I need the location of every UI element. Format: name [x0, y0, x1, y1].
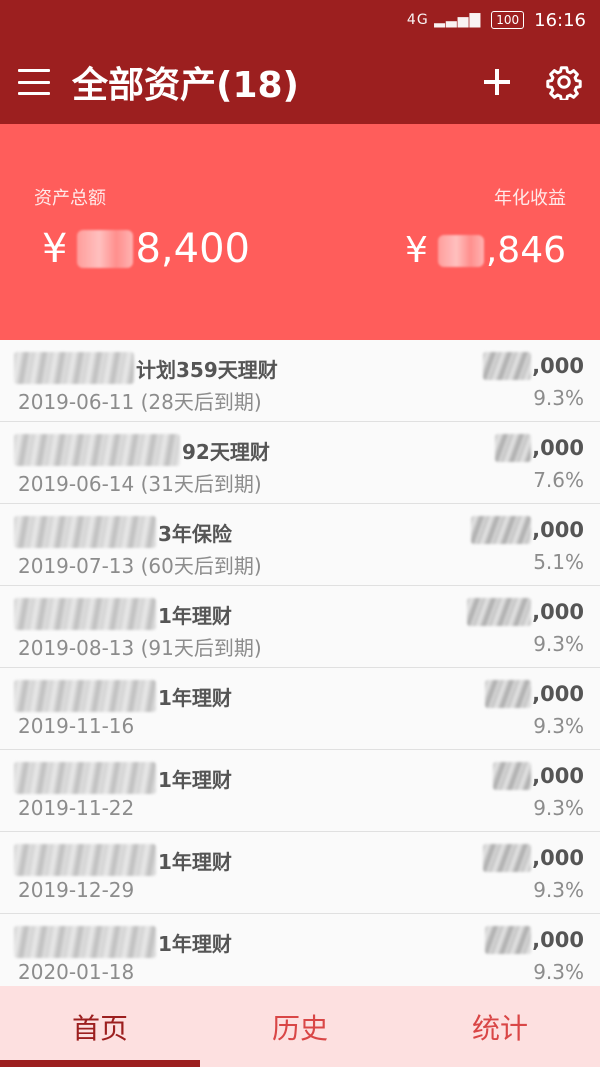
item-amount: ,000	[485, 926, 584, 954]
income-visible-digits: ,846	[485, 230, 566, 271]
item-title: 1年理财	[14, 598, 232, 630]
list-item[interactable]: 1年理财 2019-12-29 ,000 9.3%	[0, 832, 600, 914]
total-visible-digits: 8,400	[135, 226, 250, 272]
redacted-amount	[485, 926, 532, 954]
list-item[interactable]: 计划359天理财 2019-06-11 (28天后到期) ,000 9.3%	[0, 340, 600, 422]
item-rate: 9.3%	[533, 386, 584, 410]
item-amount: ,000	[467, 598, 584, 626]
status-bar: 4G ▂▃▅▇ 100 16:16	[0, 0, 600, 40]
item-title-text: 1年理财	[158, 931, 232, 956]
total-assets-value: ¥ 8,400	[42, 226, 250, 272]
item-amount: ,000	[483, 352, 584, 380]
add-icon[interactable]	[482, 67, 512, 97]
item-date: 2019-11-16	[18, 714, 135, 738]
redacted-amount	[493, 762, 532, 790]
item-title: 92天理财	[14, 434, 270, 466]
battery-icon: 100	[491, 11, 525, 29]
item-title: 1年理财	[14, 844, 232, 876]
list-item[interactable]: 1年理财 2019-11-22 ,000 9.3%	[0, 750, 600, 832]
item-title: 计划359天理财	[14, 352, 278, 384]
redacted-amount	[471, 516, 532, 544]
redacted-amount	[483, 352, 532, 380]
item-date: 2020-01-18	[18, 960, 135, 984]
list-item[interactable]: 1年理财 2019-11-16 ,000 9.3%	[0, 668, 600, 750]
currency-symbol: ¥	[404, 230, 428, 271]
signal-icon: 4G ▂▃▅▇	[406, 12, 482, 28]
item-date: 2019-11-22	[18, 796, 135, 820]
item-amount: ,000	[493, 762, 584, 790]
list-item[interactable]: 3年保险 2019-07-13 (60天后到期) ,000 5.1%	[0, 504, 600, 586]
item-rate: 9.3%	[533, 960, 584, 984]
list-item[interactable]: 1年理财 2020-01-18 ,000 9.3%	[0, 914, 600, 986]
redacted-text	[14, 434, 180, 466]
redacted-text	[14, 762, 156, 794]
redacted-digits	[77, 230, 134, 268]
page-title: 全部资产(18)	[72, 65, 300, 106]
item-rate: 9.3%	[533, 632, 584, 656]
item-date: 2019-06-11 (28天后到期)	[18, 390, 262, 414]
redacted-amount	[495, 434, 532, 462]
app-bar: 全部资产(18)	[0, 40, 600, 124]
item-date: 2019-07-13 (60天后到期)	[18, 554, 262, 578]
redacted-amount	[485, 680, 532, 708]
item-date: 2019-12-29	[18, 878, 135, 902]
item-amount-text: ,000	[532, 928, 584, 952]
tab-statistics[interactable]: 统计	[400, 986, 600, 1067]
item-rate: 9.3%	[533, 878, 584, 902]
menu-icon[interactable]	[18, 69, 50, 95]
item-amount-text: ,000	[532, 518, 584, 542]
item-rate: 5.1%	[533, 550, 584, 574]
list-item[interactable]: 92天理财 2019-06-14 (31天后到期) ,000 7.6%	[0, 422, 600, 504]
list-item[interactable]: 1年理财 2019-08-13 (91天后到期) ,000 9.3%	[0, 586, 600, 668]
redacted-amount	[467, 598, 532, 626]
item-amount-text: ,000	[532, 764, 584, 788]
asset-list: 计划359天理财 2019-06-11 (28天后到期) ,000 9.3% 9…	[0, 340, 600, 986]
item-date: 2019-08-13 (91天后到期)	[18, 636, 262, 660]
item-title: 3年保险	[14, 516, 232, 548]
item-amount: ,000	[483, 844, 584, 872]
item-title-text: 3年保险	[158, 521, 232, 546]
item-title-text: 92天理财	[182, 439, 270, 464]
annual-income-value: ¥ ,846	[405, 230, 566, 271]
item-amount-text: ,000	[532, 354, 584, 378]
item-title-text: 1年理财	[158, 603, 232, 628]
signal-label: 4G	[406, 12, 429, 28]
item-date: 2019-06-14 (31天后到期)	[18, 472, 262, 496]
redacted-digits	[437, 234, 484, 267]
item-rate: 7.6%	[533, 468, 584, 492]
bottom-nav: 首页 历史 统计	[0, 986, 600, 1067]
redacted-text	[14, 680, 156, 712]
item-title-text: 1年理财	[158, 849, 232, 874]
item-amount-text: ,000	[532, 846, 584, 870]
redacted-text	[14, 598, 156, 630]
annual-income-label: 年化收益	[494, 188, 566, 209]
redacted-text	[14, 926, 156, 958]
tab-home[interactable]: 首页	[0, 986, 200, 1067]
redacted-text	[14, 844, 156, 876]
item-title: 1年理财	[14, 762, 232, 794]
item-title: 1年理财	[14, 926, 232, 958]
item-title-text: 1年理财	[158, 767, 232, 792]
app-root: 4G ▂▃▅▇ 100 16:16 全部资产(18) 资产总额 年化收益 ¥ 8…	[0, 0, 600, 1067]
gear-icon[interactable]	[546, 64, 582, 100]
item-amount: ,000	[485, 680, 584, 708]
redacted-amount	[483, 844, 532, 872]
status-time: 16:16	[534, 9, 586, 31]
redacted-text	[14, 516, 156, 548]
item-title-text: 1年理财	[158, 685, 232, 710]
item-rate: 9.3%	[533, 796, 584, 820]
asset-summary: 资产总额 年化收益 ¥ 8,400 ¥ ,846	[0, 124, 600, 340]
item-title: 1年理财	[14, 680, 232, 712]
item-amount-text: ,000	[532, 600, 584, 624]
item-amount-text: ,000	[532, 682, 584, 706]
item-amount: ,000	[471, 516, 584, 544]
tab-history[interactable]: 历史	[200, 986, 400, 1067]
item-amount-text: ,000	[532, 436, 584, 460]
total-assets-label: 资产总额	[34, 188, 106, 209]
redacted-text	[14, 352, 134, 384]
item-amount: ,000	[495, 434, 584, 462]
currency-symbol: ¥	[42, 226, 68, 272]
item-rate: 9.3%	[533, 714, 584, 738]
item-title-text: 计划359天理财	[136, 357, 278, 382]
